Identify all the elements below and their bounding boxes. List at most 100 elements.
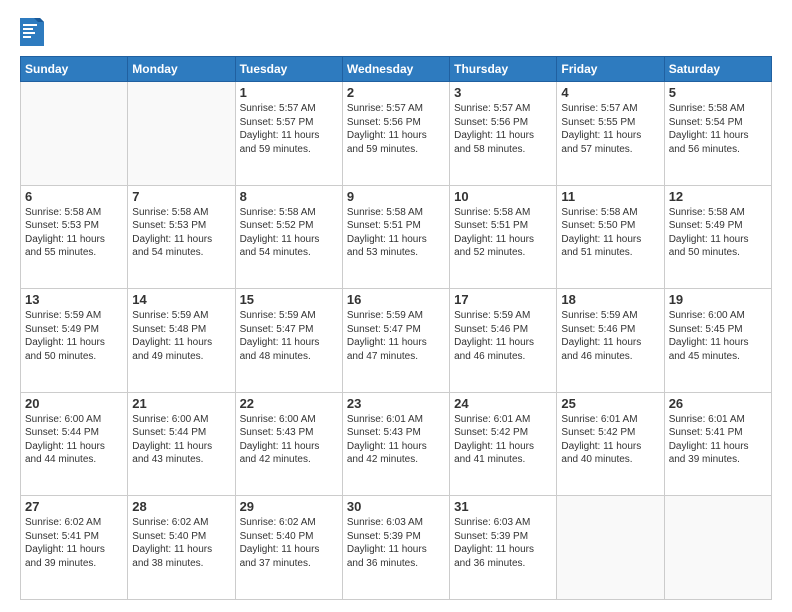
calendar-cell: 24 Sunrise: 6:01 AM Sunset: 5:42 PM Dayli… — [450, 392, 557, 496]
weekday-header-friday: Friday — [557, 57, 664, 82]
day-info: Sunrise: 6:01 AM Sunset: 5:42 PM Dayligh… — [561, 413, 659, 467]
calendar-table: SundayMondayTuesdayWednesdayThursdayFrid… — [20, 56, 772, 600]
calendar-cell: 23 Sunrise: 6:01 AM Sunset: 5:43 PM Dayli… — [342, 392, 449, 496]
day-info: Sunrise: 5:58 AM Sunset: 5:54 PM Dayligh… — [669, 102, 767, 156]
day-info: Sunrise: 5:59 AM Sunset: 5:49 PM Dayligh… — [25, 309, 123, 363]
week-row-1: 1 Sunrise: 5:57 AM Sunset: 5:57 PM Daylig… — [21, 82, 772, 186]
week-row-3: 13Sunrise: 5:59 AM Sunset: 5:49 PM Dayli… — [21, 289, 772, 393]
day-number: 22 — [240, 396, 338, 411]
day-number: 19 — [669, 292, 767, 307]
weekday-header-saturday: Saturday — [664, 57, 771, 82]
day-number: 29 — [240, 499, 338, 514]
day-info: Sunrise: 5:58 AM Sunset: 5:53 PM Dayligh… — [25, 206, 123, 260]
calendar-cell: 22 Sunrise: 6:00 AM Sunset: 5:43 PM Dayli… — [235, 392, 342, 496]
day-info: Sunrise: 5:57 AM Sunset: 5:55 PM Dayligh… — [561, 102, 659, 156]
day-number: 15 — [240, 292, 338, 307]
day-info: Sunrise: 5:59 AM Sunset: 5:48 PM Dayligh… — [132, 309, 230, 363]
day-info: Sunrise: 5:58 AM Sunset: 5:49 PM Dayligh… — [669, 206, 767, 260]
day-info: Sunrise: 5:58 AM Sunset: 5:53 PM Dayligh… — [132, 206, 230, 260]
calendar-cell: 13Sunrise: 5:59 AM Sunset: 5:49 PM Dayli… — [21, 289, 128, 393]
header — [20, 18, 772, 46]
calendar-cell: 5 Sunrise: 5:58 AM Sunset: 5:54 PM Daylig… — [664, 82, 771, 186]
calendar-cell: 9 Sunrise: 5:58 AM Sunset: 5:51 PM Daylig… — [342, 185, 449, 289]
calendar-cell — [21, 82, 128, 186]
calendar-cell: 18Sunrise: 5:59 AM Sunset: 5:46 PM Dayli… — [557, 289, 664, 393]
day-info: Sunrise: 6:01 AM Sunset: 5:42 PM Dayligh… — [454, 413, 552, 467]
day-number: 12 — [669, 189, 767, 204]
day-info: Sunrise: 5:58 AM Sunset: 5:51 PM Dayligh… — [347, 206, 445, 260]
logo-icon — [20, 18, 44, 46]
day-info: Sunrise: 6:00 AM Sunset: 5:45 PM Dayligh… — [669, 309, 767, 363]
calendar-cell: 14 Sunrise: 5:59 AM Sunset: 5:48 PM Dayli… — [128, 289, 235, 393]
day-number: 28 — [132, 499, 230, 514]
calendar-cell: 4Sunrise: 5:57 AM Sunset: 5:55 PM Daylig… — [557, 82, 664, 186]
day-number: 17 — [454, 292, 552, 307]
calendar-cell: 11 Sunrise: 5:58 AM Sunset: 5:50 PM Dayli… — [557, 185, 664, 289]
calendar-cell: 3 Sunrise: 5:57 AM Sunset: 5:56 PM Daylig… — [450, 82, 557, 186]
day-number: 9 — [347, 189, 445, 204]
day-info: Sunrise: 6:02 AM Sunset: 5:40 PM Dayligh… — [240, 516, 338, 570]
day-number: 27 — [25, 499, 123, 514]
day-info: Sunrise: 6:01 AM Sunset: 5:43 PM Dayligh… — [347, 413, 445, 467]
day-number: 24 — [454, 396, 552, 411]
weekday-header-wednesday: Wednesday — [342, 57, 449, 82]
calendar-cell: 15 Sunrise: 5:59 AM Sunset: 5:47 PM Dayli… — [235, 289, 342, 393]
day-info: Sunrise: 6:00 AM Sunset: 5:43 PM Dayligh… — [240, 413, 338, 467]
day-info: Sunrise: 5:59 AM Sunset: 5:46 PM Dayligh… — [454, 309, 552, 363]
day-number: 26 — [669, 396, 767, 411]
day-info: Sunrise: 6:03 AM Sunset: 5:39 PM Dayligh… — [454, 516, 552, 570]
calendar-cell: 19 Sunrise: 6:00 AM Sunset: 5:45 PM Dayli… — [664, 289, 771, 393]
calendar-cell: 20 Sunrise: 6:00 AM Sunset: 5:44 PM Dayli… — [21, 392, 128, 496]
calendar-cell: 21 Sunrise: 6:00 AM Sunset: 5:44 PM Dayli… — [128, 392, 235, 496]
day-number: 31 — [454, 499, 552, 514]
week-row-4: 20 Sunrise: 6:00 AM Sunset: 5:44 PM Dayli… — [21, 392, 772, 496]
calendar-cell: 30 Sunrise: 6:03 AM Sunset: 5:39 PM Dayli… — [342, 496, 449, 600]
day-number: 5 — [669, 85, 767, 100]
day-number: 20 — [25, 396, 123, 411]
day-number: 23 — [347, 396, 445, 411]
week-row-2: 6Sunrise: 5:58 AM Sunset: 5:53 PM Daylig… — [21, 185, 772, 289]
day-number: 10 — [454, 189, 552, 204]
page: SundayMondayTuesdayWednesdayThursdayFrid… — [0, 0, 792, 612]
day-info: Sunrise: 6:02 AM Sunset: 5:41 PM Dayligh… — [25, 516, 123, 570]
day-number: 25 — [561, 396, 659, 411]
day-number: 11 — [561, 189, 659, 204]
week-row-5: 27 Sunrise: 6:02 AM Sunset: 5:41 PM Dayli… — [21, 496, 772, 600]
calendar-cell: 16 Sunrise: 5:59 AM Sunset: 5:47 PM Dayli… — [342, 289, 449, 393]
day-number: 14 — [132, 292, 230, 307]
day-info: Sunrise: 6:03 AM Sunset: 5:39 PM Dayligh… — [347, 516, 445, 570]
day-info: Sunrise: 5:57 AM Sunset: 5:56 PM Dayligh… — [454, 102, 552, 156]
day-number: 30 — [347, 499, 445, 514]
calendar-cell: 28Sunrise: 6:02 AM Sunset: 5:40 PM Dayli… — [128, 496, 235, 600]
calendar-cell — [664, 496, 771, 600]
calendar-cell — [557, 496, 664, 600]
day-info: Sunrise: 5:57 AM Sunset: 5:57 PM Dayligh… — [240, 102, 338, 156]
weekday-header-row: SundayMondayTuesdayWednesdayThursdayFrid… — [21, 57, 772, 82]
calendar-cell: 12 Sunrise: 5:58 AM Sunset: 5:49 PM Dayli… — [664, 185, 771, 289]
day-number: 2 — [347, 85, 445, 100]
day-number: 8 — [240, 189, 338, 204]
day-number: 3 — [454, 85, 552, 100]
day-info: Sunrise: 5:59 AM Sunset: 5:47 PM Dayligh… — [240, 309, 338, 363]
day-info: Sunrise: 6:01 AM Sunset: 5:41 PM Dayligh… — [669, 413, 767, 467]
calendar-cell: 1 Sunrise: 5:57 AM Sunset: 5:57 PM Daylig… — [235, 82, 342, 186]
day-info: Sunrise: 5:58 AM Sunset: 5:51 PM Dayligh… — [454, 206, 552, 260]
calendar-cell: 8Sunrise: 5:58 AM Sunset: 5:52 PM Daylig… — [235, 185, 342, 289]
day-info: Sunrise: 6:00 AM Sunset: 5:44 PM Dayligh… — [132, 413, 230, 467]
calendar-cell: 2 Sunrise: 5:57 AM Sunset: 5:56 PM Daylig… — [342, 82, 449, 186]
calendar-cell: 10 Sunrise: 5:58 AM Sunset: 5:51 PM Dayli… — [450, 185, 557, 289]
calendar-cell: 17 Sunrise: 5:59 AM Sunset: 5:46 PM Dayli… — [450, 289, 557, 393]
day-info: Sunrise: 5:57 AM Sunset: 5:56 PM Dayligh… — [347, 102, 445, 156]
day-number: 18 — [561, 292, 659, 307]
weekday-header-thursday: Thursday — [450, 57, 557, 82]
logo — [20, 18, 46, 46]
day-info: Sunrise: 5:59 AM Sunset: 5:47 PM Dayligh… — [347, 309, 445, 363]
day-info: Sunrise: 6:00 AM Sunset: 5:44 PM Dayligh… — [25, 413, 123, 467]
calendar-cell: 7Sunrise: 5:58 AM Sunset: 5:53 PM Daylig… — [128, 185, 235, 289]
calendar-cell: 26 Sunrise: 6:01 AM Sunset: 5:41 PM Dayli… — [664, 392, 771, 496]
day-number: 21 — [132, 396, 230, 411]
day-number: 1 — [240, 85, 338, 100]
day-number: 16 — [347, 292, 445, 307]
day-info: Sunrise: 5:58 AM Sunset: 5:50 PM Dayligh… — [561, 206, 659, 260]
calendar-cell: 27 Sunrise: 6:02 AM Sunset: 5:41 PM Dayli… — [21, 496, 128, 600]
